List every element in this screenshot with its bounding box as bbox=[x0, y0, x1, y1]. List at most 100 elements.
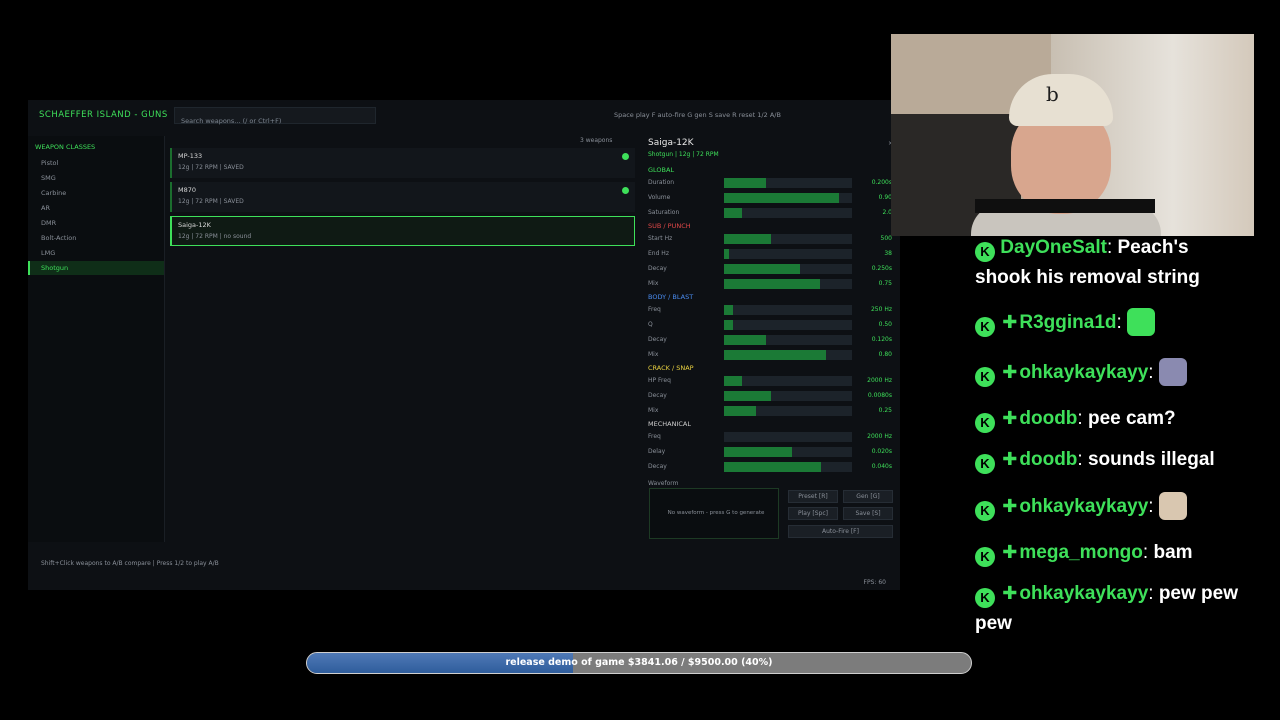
param-slider[interactable] bbox=[724, 432, 852, 442]
param-slider[interactable] bbox=[724, 447, 852, 457]
kick-badge-icon: K bbox=[975, 317, 995, 337]
param-label: Volume bbox=[648, 194, 671, 201]
chat-text: bam bbox=[1153, 542, 1193, 563]
weapon-count: 3 weapons bbox=[580, 137, 613, 144]
param-slider[interactable] bbox=[724, 462, 852, 472]
param-slider[interactable] bbox=[724, 279, 852, 289]
param-slider-fill bbox=[724, 234, 772, 244]
chat-emote-icon bbox=[1158, 358, 1187, 386]
param-value: 0.80 bbox=[878, 351, 892, 358]
param-label: Start Hz bbox=[648, 235, 673, 242]
param-value: 0.90 bbox=[878, 194, 892, 201]
chat-username[interactable]: ohkaykaykayy bbox=[1019, 362, 1148, 383]
save-button[interactable]: Save [S] bbox=[843, 507, 893, 520]
param-value: 38 bbox=[884, 250, 892, 257]
param-slider-fill bbox=[724, 178, 767, 188]
chat-username[interactable]: doodb bbox=[1019, 449, 1077, 470]
param-slider-fill bbox=[724, 462, 822, 472]
param-slider[interactable] bbox=[724, 305, 852, 315]
preset-button[interactable]: Preset [R] bbox=[788, 490, 838, 503]
param-value: 0.0080s bbox=[867, 392, 892, 399]
sidebar-item-shotgun[interactable]: Shotgun bbox=[28, 261, 164, 275]
chat-message: K ✚ R3ggina1d: bbox=[975, 307, 1245, 338]
subscriber-badge-icon: ✚ bbox=[1002, 496, 1018, 516]
sidebar-item-dmr[interactable]: DMR bbox=[28, 216, 164, 230]
sidebar-item-smg[interactable]: SMG bbox=[28, 171, 164, 185]
param-value: 0.50 bbox=[878, 321, 892, 328]
sidebar-header: WEAPON CLASSES bbox=[35, 143, 96, 151]
param-label: Decay bbox=[648, 392, 667, 399]
sidebar-item-bolt-action[interactable]: Bolt-Action bbox=[28, 231, 164, 245]
chat-text: sounds illegal bbox=[1087, 449, 1215, 470]
keyboard-hints: Space play F auto-fire G gen S save R re… bbox=[614, 111, 781, 119]
param-label: Saturation bbox=[648, 209, 680, 216]
chat-text: pee cam? bbox=[1087, 408, 1176, 429]
weapon-row[interactable]: Saiga-12K 12g | 72 RPM | no sound bbox=[170, 216, 635, 246]
sidebar-item-carbine[interactable]: Carbine bbox=[28, 186, 164, 200]
chat-username[interactable]: doodb bbox=[1019, 408, 1077, 429]
subscriber-badge-icon: ✚ bbox=[1002, 542, 1018, 562]
chat-username[interactable]: mega_mongo bbox=[1019, 542, 1143, 563]
param-label: Freq bbox=[648, 433, 661, 440]
donation-goal-bar: release demo of game $3841.06 / $9500.00… bbox=[306, 652, 972, 674]
param-slider[interactable] bbox=[724, 406, 852, 416]
chat-emote-icon bbox=[1158, 492, 1187, 520]
kick-badge-icon: K bbox=[975, 413, 995, 433]
param-slider-fill bbox=[724, 335, 767, 345]
param-label: Mix bbox=[648, 280, 659, 287]
param-slider-fill bbox=[724, 208, 742, 218]
search-box[interactable] bbox=[174, 107, 377, 128]
fps-counter: FPS: 60 bbox=[863, 579, 886, 586]
param-slider[interactable] bbox=[724, 193, 852, 203]
param-label: End Hz bbox=[648, 250, 669, 257]
sidebar-item-lmg[interactable]: LMG bbox=[28, 246, 164, 260]
waveform-empty-text: No waveform - press G to generate bbox=[667, 510, 765, 516]
top-bar: SCHAEFFER ISLAND - GUNS Space play F aut… bbox=[28, 100, 900, 130]
param-slider[interactable] bbox=[724, 376, 852, 386]
weapon-name: Saiga-12K bbox=[178, 221, 211, 229]
chat-username[interactable]: ohkaykaykayy bbox=[1019, 496, 1148, 517]
param-slider-fill bbox=[724, 391, 772, 401]
compare-hint: Shift+Click weapons to A/B compare | Pre… bbox=[41, 560, 219, 567]
kick-badge-icon: K bbox=[975, 547, 995, 567]
param-label: Mix bbox=[648, 407, 659, 414]
waveform-label: Waveform bbox=[648, 480, 679, 487]
subscriber-badge-icon: ✚ bbox=[1002, 449, 1018, 469]
param-slider[interactable] bbox=[724, 264, 852, 274]
chat-message: K ✚ ohkaykaykayy: bbox=[975, 491, 1245, 522]
gen-button[interactable]: Gen [G] bbox=[843, 490, 893, 503]
chat-username[interactable]: ohkaykaykayy bbox=[1019, 583, 1148, 604]
param-slider[interactable] bbox=[724, 249, 852, 259]
param-slider[interactable] bbox=[724, 391, 852, 401]
chat-message: K ✚ mega_mongo: bam bbox=[975, 537, 1245, 568]
play-button[interactable]: Play [Spc] bbox=[788, 507, 838, 520]
param-value: 2000 Hz bbox=[867, 433, 892, 440]
param-value: 250 Hz bbox=[870, 306, 892, 313]
search-input[interactable] bbox=[175, 114, 377, 128]
subscriber-badge-icon: ✚ bbox=[1002, 583, 1018, 603]
param-slider[interactable] bbox=[724, 320, 852, 330]
param-value: 0.020s bbox=[871, 448, 892, 455]
subscriber-badge-icon: ✚ bbox=[1002, 362, 1018, 382]
param-value: 0.040s bbox=[871, 463, 892, 470]
weapon-row[interactable]: MP-133 12g | 72 RPM | SAVED bbox=[170, 148, 635, 178]
kick-badge-icon: K bbox=[975, 242, 995, 262]
subscriber-badge-icon: ✚ bbox=[1002, 312, 1018, 332]
section-header: BODY / BLAST bbox=[648, 293, 694, 301]
param-label: Delay bbox=[648, 448, 666, 455]
param-value: 0.200s bbox=[871, 179, 892, 186]
param-slider[interactable] bbox=[724, 335, 852, 345]
auto-fire-button[interactable]: Auto-Fire [F] bbox=[788, 525, 893, 538]
param-slider[interactable] bbox=[724, 350, 852, 360]
param-slider[interactable] bbox=[724, 234, 852, 244]
param-slider[interactable] bbox=[724, 178, 852, 188]
chat-username[interactable]: DayOneSalt bbox=[1000, 237, 1107, 258]
sidebar-item-ar[interactable]: AR bbox=[28, 201, 164, 215]
chat-username[interactable]: R3ggina1d bbox=[1019, 312, 1116, 333]
app-title: SCHAEFFER ISLAND - GUNS bbox=[39, 110, 168, 120]
sidebar-item-pistol[interactable]: Pistol bbox=[28, 156, 164, 170]
param-slider-fill bbox=[724, 264, 800, 274]
param-slider-fill bbox=[724, 350, 827, 360]
param-slider[interactable] bbox=[724, 208, 852, 218]
weapon-row[interactable]: M870 12g | 72 RPM | SAVED bbox=[170, 182, 635, 212]
